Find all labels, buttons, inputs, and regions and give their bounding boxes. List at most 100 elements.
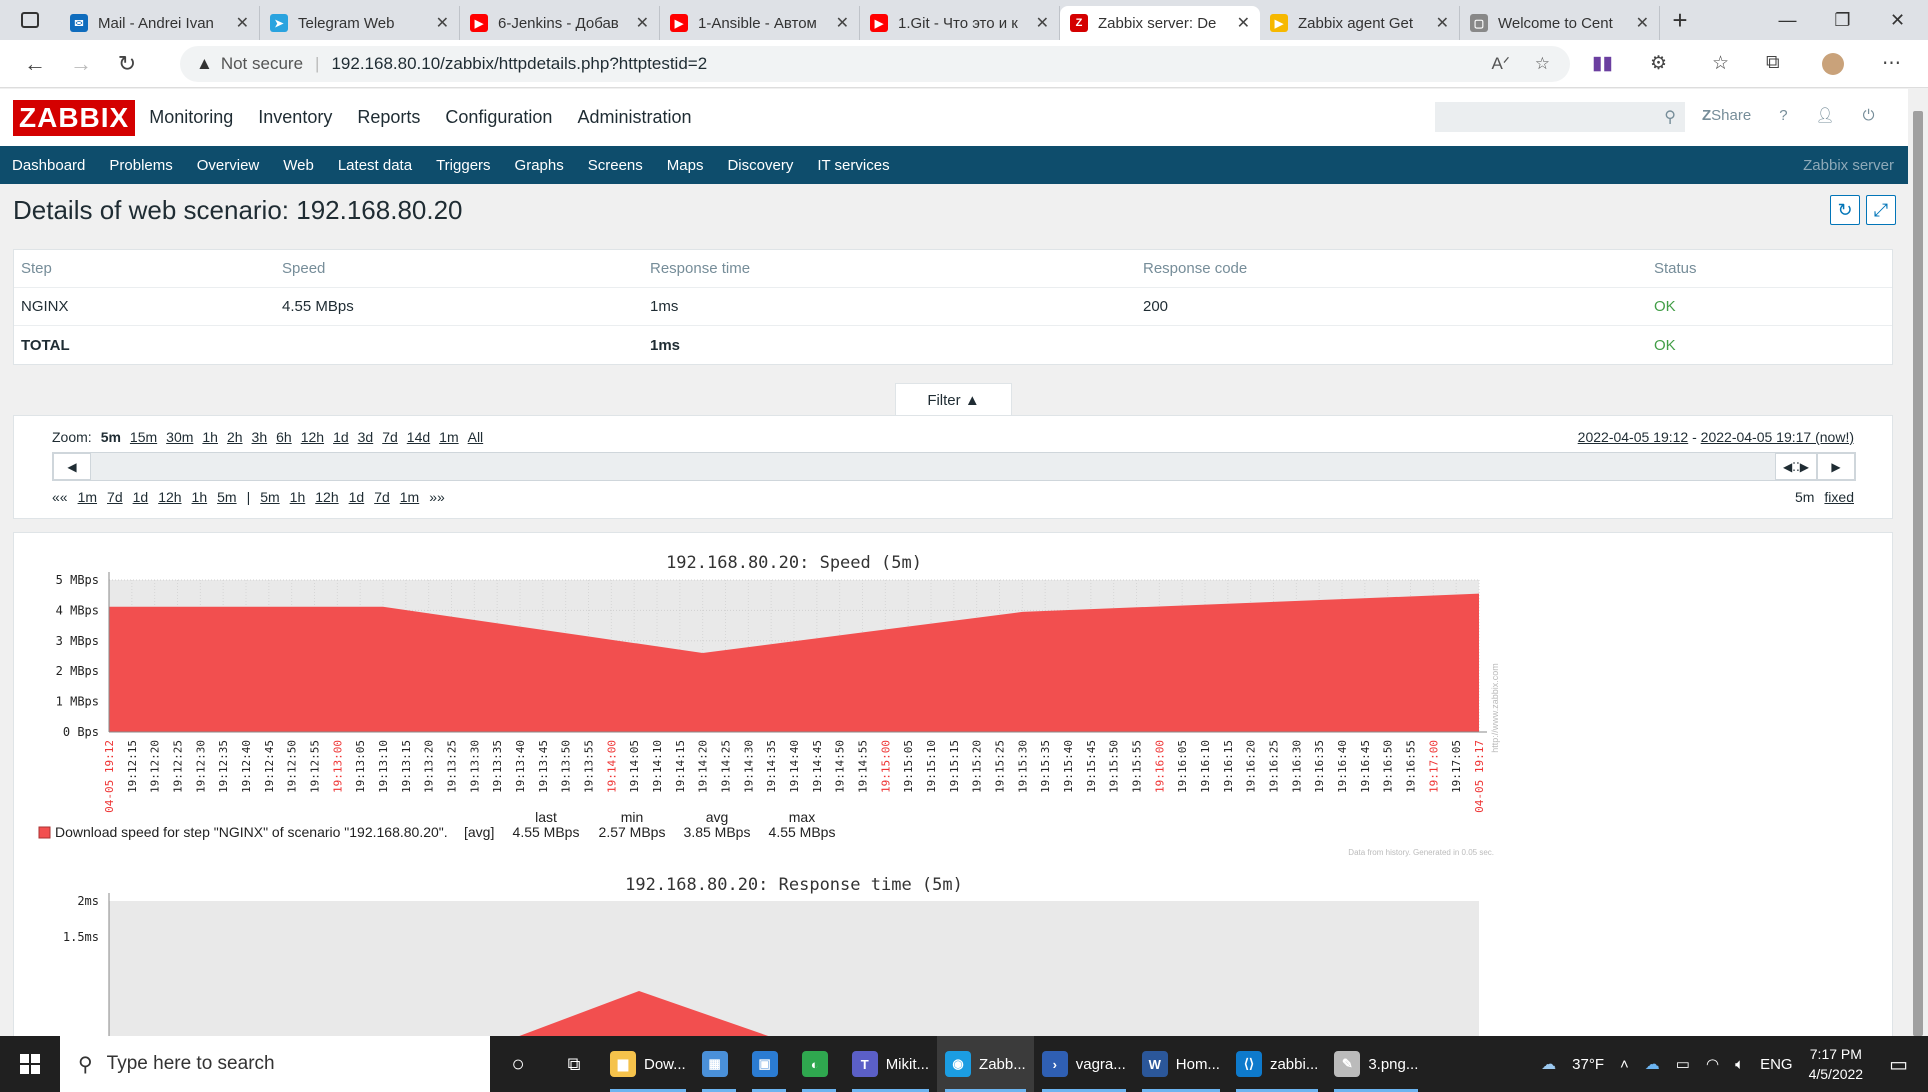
tab-close-icon[interactable]: ✕	[836, 13, 849, 33]
browser-tab[interactable]: ▶ 1-Ansible - Автом ✕	[660, 6, 860, 40]
top-menu-item[interactable]: Inventory	[258, 107, 332, 128]
tab-close-icon[interactable]: ✕	[636, 13, 649, 33]
tab-close-icon[interactable]: ✕	[436, 13, 449, 33]
zabbix-logo[interactable]: ZABBIX	[13, 99, 136, 136]
taskbar-app[interactable]: T Mikit...	[844, 1036, 937, 1092]
volume-icon[interactable]: 🔈︎	[1735, 1056, 1744, 1073]
timeline-slider[interactable]: ◀ ◀⁚⁚▶ ▶	[52, 452, 1856, 481]
battery-icon[interactable]: ▭	[1676, 1055, 1690, 1073]
back-double-arrow-icon[interactable]: ««	[52, 489, 68, 505]
back-period-link[interactable]: 1m	[78, 489, 97, 505]
windows-start-icon[interactable]	[0, 1036, 60, 1092]
favorite-star-icon[interactable]: ☆	[1535, 54, 1550, 74]
range-to-link[interactable]: 2022-04-05 19:17 (now!)	[1701, 429, 1854, 445]
weather-icon[interactable]: ☁	[1541, 1055, 1556, 1073]
help-icon[interactable]: ?	[1779, 107, 1787, 124]
puzzle-extensions-icon[interactable]: ⚙	[1650, 52, 1667, 75]
scroll-right-button[interactable]: ▶	[1817, 453, 1855, 480]
zoom-option[interactable]: 5m	[101, 429, 121, 445]
range-from-link[interactable]: 2022-04-05 19:12	[1578, 429, 1689, 445]
taskbar-app[interactable]: ⟨⟩ zabbi...	[1228, 1036, 1326, 1092]
profile-avatar[interactable]	[1822, 53, 1844, 75]
back-period-link[interactable]: 1h	[192, 489, 208, 505]
reload-icon[interactable]: ↻	[104, 51, 150, 77]
taskbar-app[interactable]: ◉ Zabb...	[937, 1036, 1034, 1092]
tab-actions-icon[interactable]	[0, 0, 60, 40]
zoom-option[interactable]: 1h	[202, 429, 218, 445]
taskbar-app[interactable]: ✎ 3.png...	[1326, 1036, 1426, 1092]
top-menu-item[interactable]: Reports	[357, 107, 420, 128]
more-menu-icon[interactable]: ⋯	[1882, 52, 1901, 75]
scrollbar-thumb[interactable]	[1913, 111, 1923, 1036]
zoom-option[interactable]: All	[468, 429, 484, 445]
sub-menu-item[interactable]: Triggers	[424, 157, 502, 174]
global-search-input[interactable]: ⚲	[1435, 102, 1685, 132]
weather-temp[interactable]: 37°F	[1572, 1056, 1604, 1073]
zoom-option[interactable]: 15m	[130, 429, 157, 445]
browser-tab[interactable]: ▶ 6-Jenkins - Добав ✕	[460, 6, 660, 40]
sub-menu-item[interactable]: Dashboard	[0, 157, 97, 174]
share-button[interactable]: ZShare	[1702, 107, 1751, 124]
new-tab-button[interactable]: +	[1660, 5, 1700, 36]
taskbar-app[interactable]: ▦	[694, 1036, 744, 1092]
zoom-option[interactable]: 12h	[301, 429, 324, 445]
url-bar[interactable]: ▲ Not secure | 192.168.80.10/zabbix/http…	[180, 46, 1570, 82]
onedrive-icon[interactable]: ☁	[1645, 1055, 1660, 1073]
sub-menu-item[interactable]: Web	[271, 157, 326, 174]
forward-arrow-icon[interactable]: →	[58, 51, 104, 77]
top-menu-item[interactable]: Administration	[577, 107, 691, 128]
forward-double-arrow-icon[interactable]: »»	[429, 489, 445, 505]
search-icon[interactable]: ⚲	[1664, 107, 1676, 127]
fixed-toggle[interactable]: fixed	[1824, 489, 1854, 505]
tray-chevron-icon[interactable]: ˄	[1620, 1056, 1629, 1073]
back-period-link[interactable]: 7d	[107, 489, 123, 505]
sign-out-icon[interactable]: ⏻	[1863, 107, 1875, 124]
minimize-icon[interactable]: —	[1760, 0, 1815, 40]
fullscreen-icon[interactable]: ⤢	[1866, 195, 1896, 225]
tab-close-icon[interactable]: ✕	[236, 13, 249, 33]
zoom-option[interactable]: 14d	[407, 429, 430, 445]
browser-tab[interactable]: ▶ Zabbix agent Get ✕	[1260, 6, 1460, 40]
sub-menu-item[interactable]: Graphs	[503, 157, 576, 174]
network-icon[interactable]: ◠	[1706, 1055, 1719, 1073]
close-window-icon[interactable]: ✕	[1870, 0, 1925, 40]
zoom-option[interactable]: 3h	[252, 429, 268, 445]
back-period-link[interactable]: 5m	[217, 489, 236, 505]
sub-menu-item[interactable]: IT services	[805, 157, 901, 174]
scroll-left-button[interactable]: ◀	[53, 453, 91, 480]
read-aloud-icon[interactable]: Aᐟ	[1491, 54, 1510, 74]
browser-tab[interactable]: ▶ 1.Git - Что это и к ✕	[860, 6, 1060, 40]
forward-period-link[interactable]: 1d	[349, 489, 365, 505]
back-arrow-icon[interactable]: ←	[12, 51, 58, 77]
collections-icon[interactable]: ⧉	[1766, 52, 1780, 74]
forward-period-link[interactable]: 1h	[290, 489, 306, 505]
timeline-handle[interactable]: ◀⁚⁚▶	[1775, 453, 1817, 480]
taskbar-app[interactable]: ◐	[794, 1036, 844, 1092]
top-menu-item[interactable]: Configuration	[445, 107, 552, 128]
filter-tab[interactable]: Filter ▲	[895, 383, 1012, 416]
page-scrollbar[interactable]	[1908, 89, 1928, 1036]
forward-period-link[interactable]: 1m	[400, 489, 419, 505]
taskbar-app[interactable]: ▆ Dow...	[602, 1036, 694, 1092]
restore-icon[interactable]: ❐	[1815, 0, 1870, 40]
sub-menu-item[interactable]: Latest data	[326, 157, 424, 174]
back-period-link[interactable]: 1d	[133, 489, 149, 505]
zoom-option[interactable]: 3d	[358, 429, 374, 445]
zoom-option[interactable]: 1m	[439, 429, 458, 445]
forward-period-link[interactable]: 12h	[315, 489, 338, 505]
browser-tab[interactable]: ➤ Telegram Web ✕	[260, 6, 460, 40]
tab-close-icon[interactable]: ✕	[1436, 13, 1449, 33]
notifications-icon[interactable]: ▭	[1889, 1052, 1908, 1077]
taskbar-app[interactable]: W Hom...	[1134, 1036, 1228, 1092]
user-profile-icon[interactable]: 👤︎	[1816, 106, 1835, 124]
forward-period-link[interactable]: 5m	[260, 489, 279, 505]
browser-tab[interactable]: ✉ Mail - Andrei Ivan ✕	[60, 6, 260, 40]
browser-tab[interactable]: ▢ Welcome to Cent ✕	[1460, 6, 1660, 40]
tab-close-icon[interactable]: ✕	[1636, 13, 1649, 33]
task-view-icon[interactable]: ⧉	[546, 1036, 602, 1092]
forward-period-link[interactable]: 7d	[374, 489, 390, 505]
sub-menu-item[interactable]: Maps	[655, 157, 716, 174]
sub-menu-item[interactable]: Overview	[185, 157, 272, 174]
zoom-option[interactable]: 7d	[382, 429, 398, 445]
zoom-option[interactable]: 6h	[276, 429, 292, 445]
